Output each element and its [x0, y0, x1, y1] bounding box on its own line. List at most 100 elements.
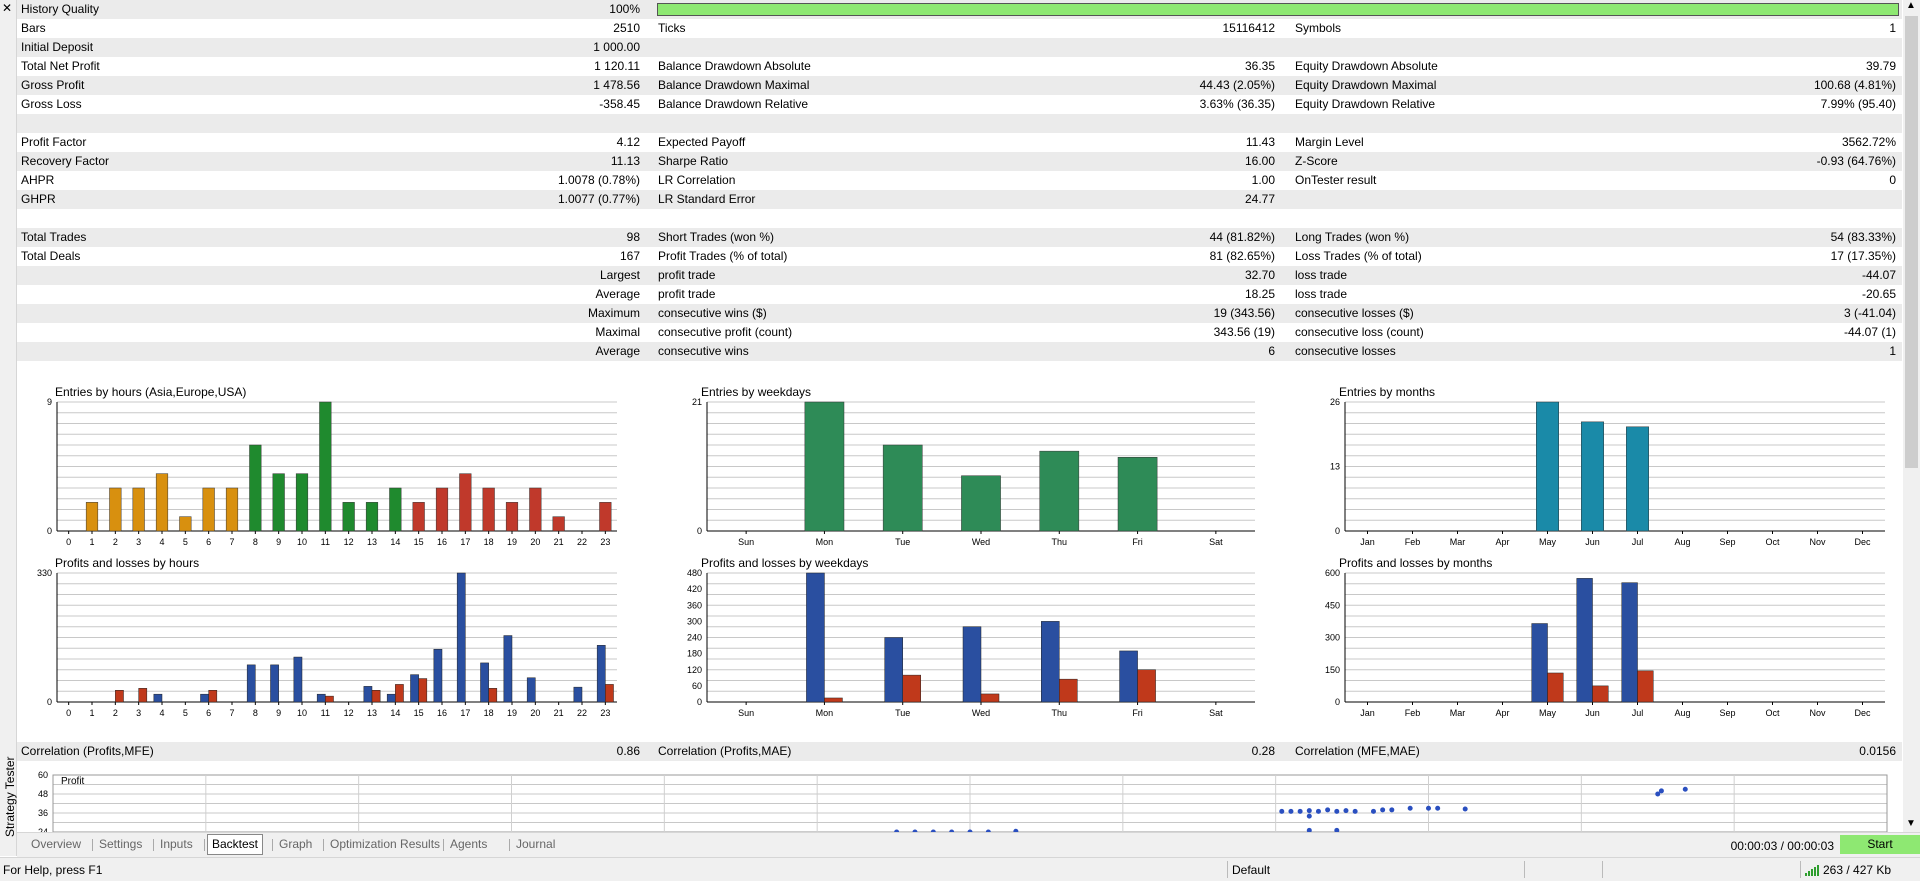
profit-bar	[806, 572, 825, 703]
stat-label: Total Trades	[21, 230, 87, 244]
profit-bar	[1531, 623, 1548, 703]
stat-row: Total Net Profit 1 120.11 Balance Drawdown…	[17, 57, 1902, 76]
left-panel-bar: ✕ Strategy Tester	[0, 0, 17, 856]
x-tick-label: 19	[507, 708, 517, 718]
stat-value: Maximal	[595, 325, 640, 339]
x-tick-label: 3	[136, 708, 141, 718]
close-icon[interactable]: ✕	[2, 1, 12, 15]
scatter-point	[1407, 805, 1413, 811]
stat-row	[17, 361, 1902, 380]
stat-value: 81 (82.65%)	[1209, 249, 1275, 263]
profit-bar	[1576, 578, 1593, 703]
stat-value: 1.00	[1251, 173, 1275, 187]
stat-value: -358.45	[599, 97, 640, 111]
start-button[interactable]: Start	[1840, 835, 1920, 854]
loss-bar	[1592, 685, 1609, 703]
stat-value: 1	[1889, 21, 1896, 35]
x-tick-label: Dec	[1854, 708, 1871, 718]
scroll-up-icon[interactable]: ▲	[1906, 0, 1916, 11]
x-tick-label: Mon	[816, 537, 834, 547]
y-tick-label: 150	[1325, 665, 1340, 675]
stat-value: 1 120.11	[594, 59, 640, 73]
stat-label: Gross Loss	[21, 97, 82, 111]
entries-bar	[599, 502, 612, 532]
entries-bar	[961, 475, 1001, 532]
x-tick-label: Sep	[1719, 708, 1735, 718]
stat-label: Margin Level	[1295, 135, 1364, 149]
stat-label: Equity Drawdown Maximal	[1295, 78, 1437, 92]
y-tick-label: 240	[687, 633, 702, 643]
scatter-point	[1325, 807, 1331, 813]
loss-bar	[488, 688, 498, 703]
chart-canvas: 0 21 Sun Mon Tue Wed Thu Fri Sat	[692, 397, 1255, 547]
chart-canvas: 24364860	[38, 770, 1888, 832]
stat-value: 18.25	[1244, 287, 1275, 301]
scatter-point	[1352, 808, 1358, 814]
profit-bar	[293, 656, 303, 703]
profit-bar	[363, 686, 373, 703]
tab-agents[interactable]: Agents	[446, 837, 491, 851]
x-tick-label: 20	[530, 708, 540, 718]
x-tick-label: 0	[66, 537, 71, 547]
history-quality-row: History Quality 100%	[17, 0, 1902, 19]
tab-separator	[443, 839, 444, 851]
tab-backtest[interactable]: Backtest	[207, 834, 264, 855]
stat-value: 167	[619, 249, 640, 263]
x-tick-label: 16	[437, 537, 447, 547]
x-tick-label: 20	[530, 537, 540, 547]
tab-separator	[509, 839, 510, 851]
tab-bar: Overview Settings Inputs Backtest Graph Optim…	[17, 832, 1920, 857]
correlation-profits-mfe-label: Correlation (Profits,MFE)	[21, 744, 154, 758]
tab-optimization-results[interactable]: Optimization Results	[326, 837, 444, 851]
x-tick-label: Aug	[1674, 708, 1690, 718]
y-tick-label: 9	[47, 397, 52, 407]
stat-label: GHPR	[21, 192, 56, 206]
x-tick-label: 23	[600, 708, 610, 718]
history-quality-label: History Quality	[21, 2, 100, 16]
chart-entries-by-weekdays: Entries by weekdays 0 21 Sun Mon Tue Wed Thu Fri…	[657, 383, 1277, 548]
scroll-thumb[interactable]	[1905, 16, 1918, 468]
x-tick-label: Jul	[1632, 537, 1644, 547]
y-tick-label: 480	[687, 568, 702, 578]
entries-bar	[552, 516, 565, 532]
x-tick-label: 12	[344, 708, 354, 718]
stat-value: 17 (17.35%)	[1830, 249, 1896, 263]
scatter-point	[1343, 808, 1349, 814]
chart-canvas: 0 150 300 450 600 Jan Feb Mar Apr May Jun Jul Aug Sep…	[1325, 568, 1885, 718]
tab-overview[interactable]: Overview	[27, 837, 85, 851]
scatter-point	[1426, 805, 1431, 811]
stat-label: consecutive wins ($)	[658, 306, 767, 320]
y-tick-label: 0	[697, 697, 702, 707]
stat-value: -20.65	[1861, 287, 1896, 301]
x-tick-label: 13	[367, 708, 377, 718]
x-tick-label: 8	[253, 537, 258, 547]
chart-entries-by-months: Entries by months 0 13 26 Jan Feb Mar Apr May Jun…	[1295, 383, 1902, 548]
x-tick-label: Feb	[1405, 708, 1421, 718]
stat-value: 1.0078 (0.78%)	[557, 173, 640, 187]
entries-bar	[85, 502, 99, 532]
vertical-scrollbar[interactable]: ▲ ▼	[1903, 0, 1920, 832]
tab-inputs[interactable]: Inputs	[156, 837, 197, 851]
stat-label: Loss Trades (% of total)	[1295, 249, 1422, 263]
stat-label: Z-Score	[1295, 154, 1338, 168]
entries-bar	[505, 502, 519, 532]
chart-entries-by-hours-asia-europe-usa: Entries by hours (Asia,Europe,USA) 0 9 0 1 2 3…	[17, 383, 637, 548]
stat-label: LR Standard Error	[658, 192, 756, 206]
x-tick-label: 8	[253, 708, 258, 718]
tab-journal[interactable]: Journal	[512, 837, 559, 851]
loss-bar	[115, 690, 124, 703]
chart-canvas: 0 60 120 180 240 300 360 420 480 Sun Mon Tue Wed Thu F…	[687, 568, 1255, 718]
stat-label: loss trade	[1295, 287, 1348, 301]
stat-label: Short Trades (won %)	[658, 230, 775, 244]
correlation-mfe-mae-label: Correlation (MFE,MAE)	[1295, 744, 1420, 758]
entries-bar	[1536, 401, 1559, 532]
x-tick-label: 7	[229, 537, 234, 547]
stat-label: consecutive losses ($)	[1295, 306, 1414, 320]
tab-graph[interactable]: Graph	[275, 837, 316, 851]
tab-settings[interactable]: Settings	[95, 837, 146, 851]
stat-label: Bars	[21, 21, 46, 35]
scatter-point	[1334, 808, 1340, 814]
scroll-down-icon[interactable]: ▼	[1906, 818, 1916, 829]
y-tick-label: 600	[1325, 568, 1340, 578]
stat-value: -44.07 (1)	[1843, 325, 1896, 339]
